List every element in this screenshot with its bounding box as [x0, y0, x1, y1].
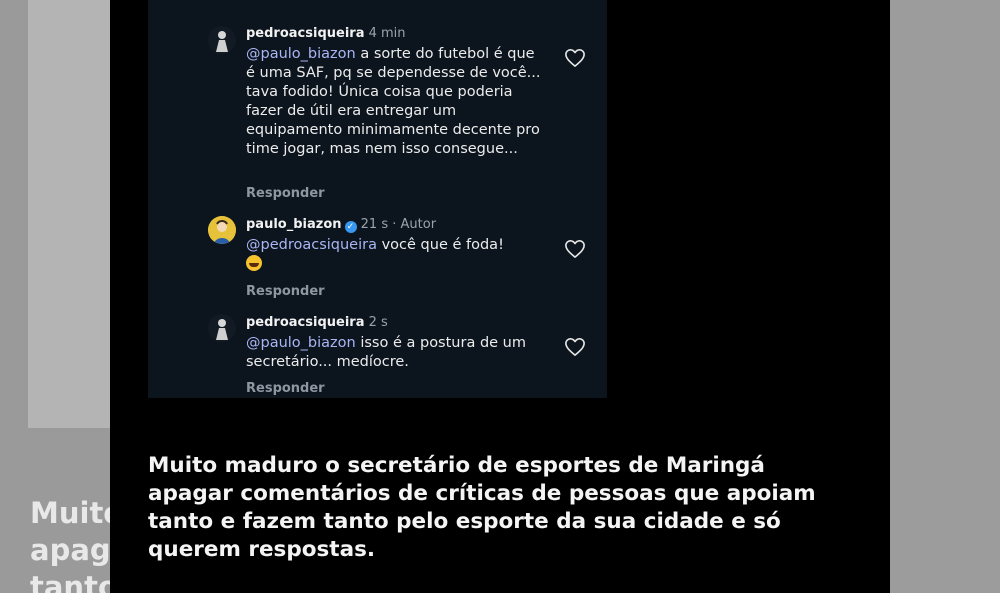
timestamp: 2 s	[368, 315, 388, 330]
comment-body: você que é foda!	[376, 237, 504, 253]
heart-outline-icon[interactable]	[564, 48, 586, 68]
comment-text: @pedroacsiqueira você que é foda!	[246, 236, 546, 275]
username[interactable]: paulo_biazon	[246, 217, 342, 232]
laughing-emoji-icon	[246, 255, 262, 271]
heart-outline-icon[interactable]	[564, 337, 586, 357]
blurred-background-left: Muitoapagtanto	[0, 0, 110, 593]
verified-badge-icon: ✓	[344, 221, 357, 233]
comment-body: a sorte do futebol é que é uma SAF, pq s…	[246, 46, 541, 157]
avatar[interactable]	[208, 26, 236, 54]
username[interactable]: pedroacsiqueira	[246, 26, 364, 41]
reply-button[interactable]: Responder	[246, 186, 325, 201]
post-caption: Muito maduro o secretário de esportes de…	[148, 453, 816, 562]
comment-meta: paulo_biazon ✓ 21 s · Autor	[246, 217, 437, 233]
blurred-caption-left: Muitoapagtanto	[30, 496, 110, 593]
blurred-background-right	[890, 0, 1000, 593]
comment-meta: pedroacsiqueira 2 s	[246, 315, 546, 331]
blurred-panel-left	[28, 0, 110, 428]
reply-button[interactable]: Responder	[246, 284, 325, 299]
username[interactable]: pedroacsiqueira	[246, 315, 364, 330]
avatar[interactable]	[208, 314, 236, 342]
reply-button[interactable]: Responder	[246, 381, 325, 396]
mention-link[interactable]: @paulo_biazon	[246, 335, 356, 351]
comment-meta: pedroacsiqueira 4 min	[246, 26, 546, 42]
avatar[interactable]	[208, 216, 236, 244]
comment-text: @paulo_biazon isso é a postura de um sec…	[246, 334, 546, 372]
mention-link[interactable]: @pedroacsiqueira	[246, 237, 377, 253]
comment-text: @paulo_biazon a sorte do futebol é que é…	[246, 45, 546, 159]
author-tag: Autor	[400, 217, 437, 232]
comments-screenshot: pedroacsiqueira 4 min @paulo_biazon a so…	[148, 0, 607, 398]
timestamp: 21 s	[360, 217, 389, 232]
timestamp: 4 min	[368, 26, 406, 41]
mention-link[interactable]: @paulo_biazon	[246, 46, 356, 62]
heart-outline-icon[interactable]	[564, 239, 586, 259]
